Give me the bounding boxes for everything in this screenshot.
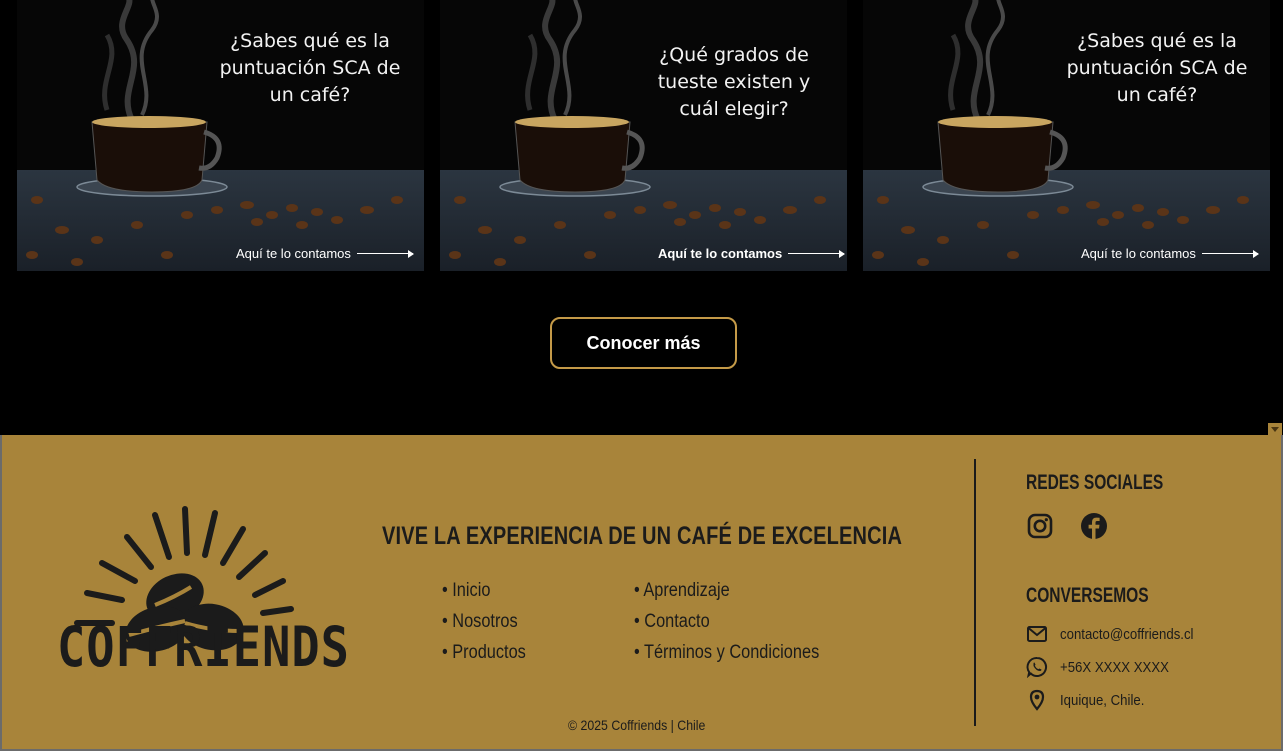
instagram-icon[interactable] — [1026, 512, 1054, 540]
scroll-down-icon[interactable] — [1268, 423, 1282, 435]
article-link[interactable]: Aquí te lo contamos — [658, 246, 846, 261]
contact-phone[interactable]: +56X XXXX XXXX — [1026, 656, 1184, 678]
contact-phone-text[interactable]: +56X XXXX XXXX — [1060, 659, 1169, 676]
article-link[interactable]: Aquí te lo contamos — [236, 246, 414, 261]
footer-link-productos[interactable]: Productos — [442, 642, 526, 673]
footer-nav-right: Aprendizaje Contacto Términos y Condicio… — [634, 580, 849, 673]
site-footer: COFFRIENDS VIVE LA EXPERIENCIA DE UN CAF… — [0, 435, 1283, 751]
article-link[interactable]: Aquí te lo contamos — [1081, 246, 1259, 261]
brand-name: COFFRIENDS — [57, 615, 350, 680]
article-link-label[interactable]: Aquí te lo contamos — [236, 246, 351, 261]
article-card[interactable]: ¿Sabes qué es la puntuación SCA de un ca… — [17, 0, 424, 271]
contact-heading: CONVERSEMOS — [1026, 584, 1149, 607]
footer-link-inicio[interactable]: Inicio — [442, 580, 526, 611]
article-title: ¿Qué grados de tueste existen y cuál ele… — [657, 44, 811, 120]
arrow-right-icon — [788, 250, 846, 257]
article-link-label[interactable]: Aquí te lo contamos — [1081, 246, 1196, 261]
article-link-label[interactable]: Aquí te lo contamos — [658, 246, 782, 261]
arrow-right-icon — [356, 250, 414, 257]
articles-section: ¿Sabes qué es la puntuación SCA de un ca… — [0, 0, 1283, 435]
contact-location: Iquique, Chile. — [1026, 689, 1156, 711]
footer-tagline: VIVE LA EXPERIENCIA DE UN CAFÉ DE EXCELE… — [382, 522, 903, 550]
arrow-right-icon — [1201, 250, 1259, 257]
contact-location-text: Iquique, Chile. — [1060, 691, 1145, 709]
footer-link-nosotros[interactable]: Nosotros — [442, 611, 526, 642]
facebook-icon[interactable] — [1080, 512, 1108, 540]
contact-email[interactable]: contacto@coffriends.cl — [1026, 623, 1212, 645]
contact-email-text[interactable]: contacto@coffriends.cl — [1060, 626, 1193, 643]
location-pin-icon — [1029, 689, 1045, 711]
footer-link-contacto[interactable]: Contacto — [634, 611, 819, 642]
coffee-cup-image — [440, 0, 847, 271]
social-heading: REDES SOCIALES — [1026, 471, 1164, 494]
email-icon — [1027, 626, 1047, 642]
footer-divider — [974, 459, 976, 726]
footer-link-aprendizaje[interactable]: Aprendizaje — [634, 580, 819, 611]
article-title: ¿Sabes qué es la puntuación SCA de un ca… — [1066, 30, 1248, 106]
copyright-text: © 2025 Coffriends | Chile — [568, 717, 706, 733]
article-title: ¿Sabes qué es la puntuación SCA de un ca… — [219, 30, 401, 106]
learn-more-button[interactable]: Conocer más — [550, 317, 737, 369]
article-card[interactable]: ¿Qué grados de tueste existen y cuál ele… — [440, 0, 847, 271]
footer-link-terminos[interactable]: Términos y Condiciones — [634, 642, 819, 673]
article-card[interactable]: ¿Sabes qué es la puntuación SCA de un ca… — [863, 0, 1270, 271]
whatsapp-icon — [1026, 656, 1048, 678]
footer-nav-left: Inicio Nosotros Productos — [442, 580, 539, 673]
